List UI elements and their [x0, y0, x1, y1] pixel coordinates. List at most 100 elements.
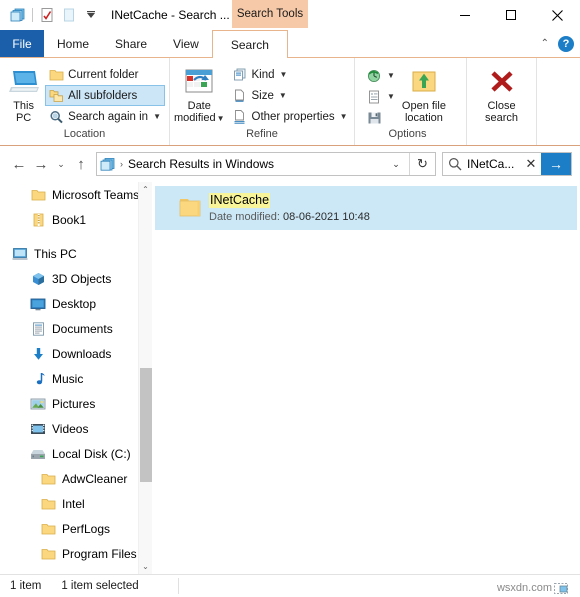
address-dropdown-button[interactable]: ⌄ [383, 159, 409, 170]
search-again-in-button[interactable]: Search again in ▼ [45, 106, 165, 127]
sidebar-item-microsoft-teams[interactable]: Microsoft Teams [0, 182, 138, 207]
status-item-count: 1 item [10, 580, 42, 592]
save-search-button[interactable] [364, 107, 397, 128]
sidebar-item-videos[interactable]: Videos [0, 416, 138, 441]
current-folder-button[interactable]: Current folder [45, 64, 165, 85]
sidebar-item-program-files-x86[interactable]: Program Files ( [0, 566, 138, 574]
tab-view[interactable]: View [160, 30, 212, 57]
other-properties-button[interactable]: Other properties ▼ [229, 106, 352, 127]
zip-icon [30, 212, 46, 228]
size-button[interactable]: Size ▼ [229, 85, 352, 106]
scroll-up-button[interactable]: ⌃ [139, 182, 152, 197]
new-folder-icon[interactable] [58, 4, 80, 26]
chevron-down-icon: ▼ [279, 70, 288, 79]
folder-icon [48, 67, 64, 83]
collapse-ribbon-button[interactable]: ⌃ [541, 38, 549, 49]
sidebar-item-book1[interactable]: Book1 [0, 207, 138, 232]
folder-icon [30, 187, 46, 203]
all-subfolders-button[interactable]: All subfolders [45, 85, 165, 106]
quick-access-toolbar [0, 4, 102, 26]
close-search-label-2: search [484, 112, 519, 124]
sidebar-item-intel[interactable]: Intel [0, 491, 138, 516]
back-button[interactable]: ← [8, 152, 30, 176]
ribbon: This PC Current folder All subfolders Se… [0, 57, 580, 146]
maximize-button[interactable] [488, 0, 534, 30]
sidebar-item-perflogs[interactable]: PerfLogs [0, 516, 138, 541]
sidebar-item-pictures[interactable]: Pictures [0, 391, 138, 416]
main-area: Microsoft Teams Book1 This PC 3D Objects… [0, 182, 580, 574]
recent-locations-button[interactable]: ⌄ [52, 152, 70, 176]
sidebar-item-label: Local Disk (C:) [52, 446, 131, 461]
close-search-button[interactable]: Close search [475, 63, 529, 124]
sidebar-item-documents[interactable]: Documents [0, 316, 138, 341]
tab-search[interactable]: Search [211, 30, 288, 58]
date-modified-label-1: Date [187, 100, 211, 112]
forward-button[interactable]: → [30, 152, 52, 176]
sidebar-item-adwcleaner[interactable]: AdwCleaner [0, 466, 138, 491]
tab-home[interactable]: Home [44, 30, 102, 57]
sidebar-item-label: Pictures [52, 396, 96, 411]
sidebar-item-this-pc[interactable]: This PC [0, 241, 138, 266]
close-search-label-1: Close [487, 100, 516, 112]
breadcrumb: Search Results in Windows [128, 157, 275, 171]
sidebar-item-program-files[interactable]: Program Files [0, 541, 138, 566]
up-button[interactable]: ↑ [70, 152, 92, 176]
context-tab-search-tools: Search Tools [232, 0, 308, 28]
size-label: Size [251, 89, 274, 102]
watermark-text: wsxdn.com [496, 582, 552, 594]
tab-share[interactable]: Share [102, 30, 160, 57]
sidebar-item-local-disk-c[interactable]: Local Disk (C:) [0, 441, 138, 466]
downloads-icon [30, 346, 46, 362]
recent-searches-button[interactable]: ▼ [364, 65, 397, 86]
open-file-location-button[interactable]: Open file location [397, 63, 451, 124]
chevron-down-icon: ▼ [387, 92, 395, 101]
sidebar-item-label: Downloads [52, 346, 112, 361]
properties-icon[interactable] [36, 4, 58, 26]
this-pc-icon [8, 66, 40, 98]
tab-file[interactable]: File [0, 30, 44, 57]
close-icon[interactable]: ✕ [521, 156, 541, 172]
search-input[interactable]: INetCa... [467, 157, 521, 171]
customize-qat-caret[interactable] [80, 4, 102, 26]
close-button[interactable] [534, 0, 580, 30]
list-item-meta-value: 08-06-2021 10:48 [283, 210, 370, 223]
date-modified-button[interactable]: Date modified▼ [174, 63, 225, 125]
address-bar[interactable]: › Search Results in Windows ⌄ ↻ [96, 152, 436, 176]
status-bar: 1 item 1 item selected wsxdn.com [0, 574, 580, 597]
scrollbar-thumb[interactable] [140, 368, 152, 482]
close-search-icon [487, 66, 517, 98]
minimize-button[interactable] [442, 0, 488, 30]
search-go-button[interactable]: → [541, 153, 571, 175]
sidebar-item-music[interactable]: Music [0, 366, 138, 391]
kind-button[interactable]: Kind ▼ [229, 64, 352, 85]
sidebar-item-label: Desktop [52, 296, 97, 311]
chevron-down-icon: ▼ [339, 112, 348, 121]
navigation-pane-scrollbar[interactable]: ⌃ ⌄ [138, 182, 152, 574]
sidebar-item-downloads[interactable]: Downloads [0, 341, 138, 366]
sidebar-item-label: Book1 [52, 212, 87, 227]
sidebar-item-desktop[interactable]: Desktop [0, 291, 138, 316]
window-title: INetCache - Search ... [111, 8, 230, 22]
navigation-pane: Microsoft Teams Book1 This PC 3D Objects… [0, 182, 152, 574]
refresh-button[interactable]: ↻ [409, 153, 435, 175]
folder-stack-icon[interactable] [7, 4, 29, 26]
this-pc-button[interactable]: This PC [4, 63, 43, 124]
folder-icon [40, 546, 56, 562]
search-results-icon [97, 157, 119, 172]
advanced-options-button[interactable]: ▼ [364, 86, 397, 107]
save-search-icon [366, 110, 382, 126]
ribbon-empty-area [537, 58, 580, 145]
sidebar-item-3d-objects[interactable]: 3D Objects [0, 266, 138, 291]
list-item[interactable]: INetCache Date modified: 08-06-2021 10:4… [155, 186, 577, 230]
search-box[interactable]: INetCa... ✕ → [442, 152, 572, 176]
qat-divider [32, 8, 33, 22]
help-button[interactable]: ? [558, 35, 574, 52]
folder-icon [40, 521, 56, 537]
subfolders-icon [48, 88, 64, 104]
this-pc-label-2: PC [15, 112, 32, 124]
status-divider [178, 578, 179, 594]
search-folder-icon [48, 109, 64, 125]
file-list[interactable]: INetCache Date modified: 08-06-2021 10:4… [152, 182, 580, 574]
scroll-down-button[interactable]: ⌄ [139, 559, 152, 574]
